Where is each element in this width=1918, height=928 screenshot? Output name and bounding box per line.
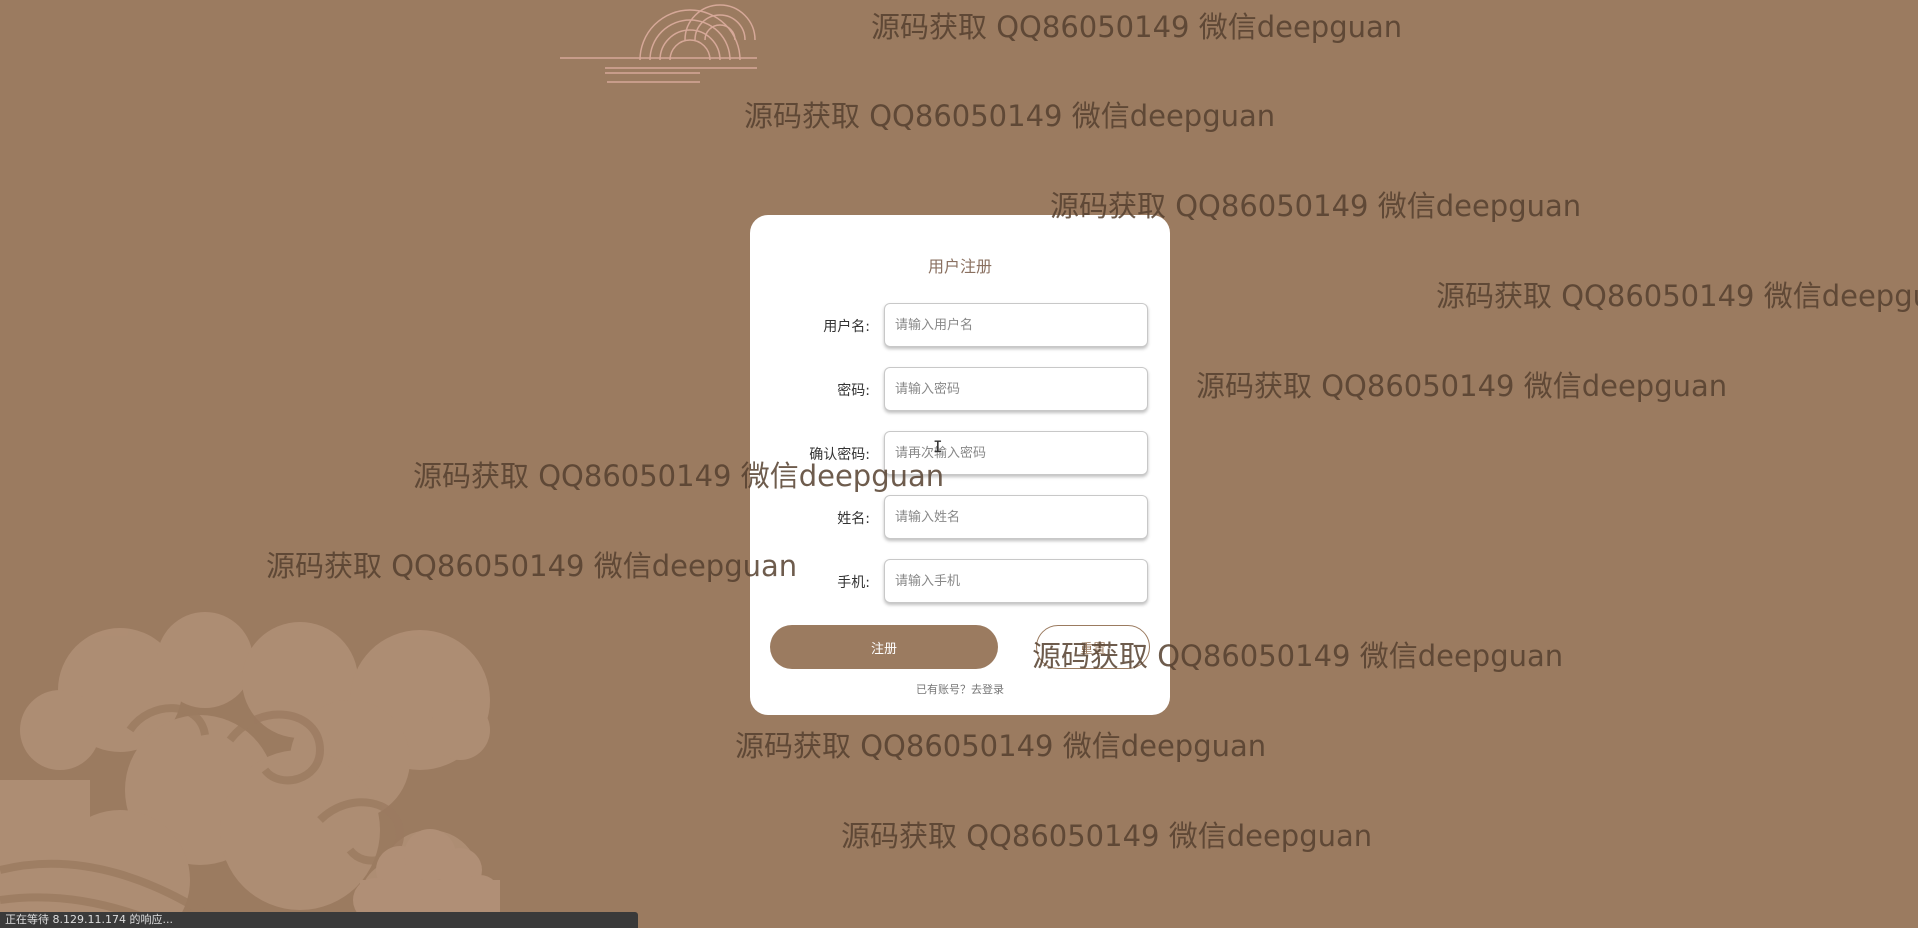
confirm-password-label: 确认密码: [809, 447, 870, 463]
watermark: 源码获取 QQ86050149 微信deepguan [1196, 369, 1728, 403]
watermark: 源码获取 QQ86050149 微信deepguan [871, 10, 1403, 44]
password-row: 密码: [750, 367, 1170, 415]
username-row: 用户名: [750, 303, 1170, 351]
watermark: 源码获取 QQ86050149 微信deepguan [1436, 279, 1918, 313]
phone-row: 手机: [750, 559, 1170, 607]
register-card: 用户注册 用户名: 密码: 确认密码: 姓名: 手机: 注册 重置 已有账号？去… [750, 215, 1170, 715]
watermark: 源码获取 QQ86050149 微信deepguan [744, 99, 1276, 133]
confirm-password-row: 确认密码: [750, 431, 1170, 479]
bottom-left-cloud-icon [0, 612, 490, 928]
name-label: 姓名: [837, 511, 870, 527]
text-cursor-icon: I [933, 437, 943, 456]
username-input[interactable] [884, 303, 1148, 347]
top-wave-ornament-icon [560, 4, 757, 83]
password-input[interactable] [884, 367, 1148, 411]
reset-button[interactable]: 重置 [1036, 625, 1150, 669]
form-title: 用户注册 [927, 257, 992, 276]
username-label: 用户名: [823, 319, 870, 335]
phone-label: 手机: [837, 575, 870, 591]
name-input[interactable] [884, 495, 1148, 539]
watermark: 源码获取 QQ86050149 微信deepguan [735, 729, 1267, 763]
watermark: 源码获取 QQ86050149 微信deepguan [841, 819, 1373, 853]
phone-input[interactable] [884, 559, 1148, 603]
confirm-password-input[interactable] [884, 431, 1148, 475]
bottom-left-cloud-swirls-icon [0, 704, 405, 928]
go-login-link[interactable]: 已有账号？去登录 [750, 681, 1170, 697]
name-row: 姓名: [750, 495, 1170, 543]
password-label: 密码: [837, 383, 870, 399]
register-button[interactable]: 注册 [770, 625, 998, 669]
watermark: 源码获取 QQ86050149 微信deepguan [266, 549, 798, 583]
browser-status-bar: 正在等待 8.129.11.174 的响应... [0, 912, 638, 928]
